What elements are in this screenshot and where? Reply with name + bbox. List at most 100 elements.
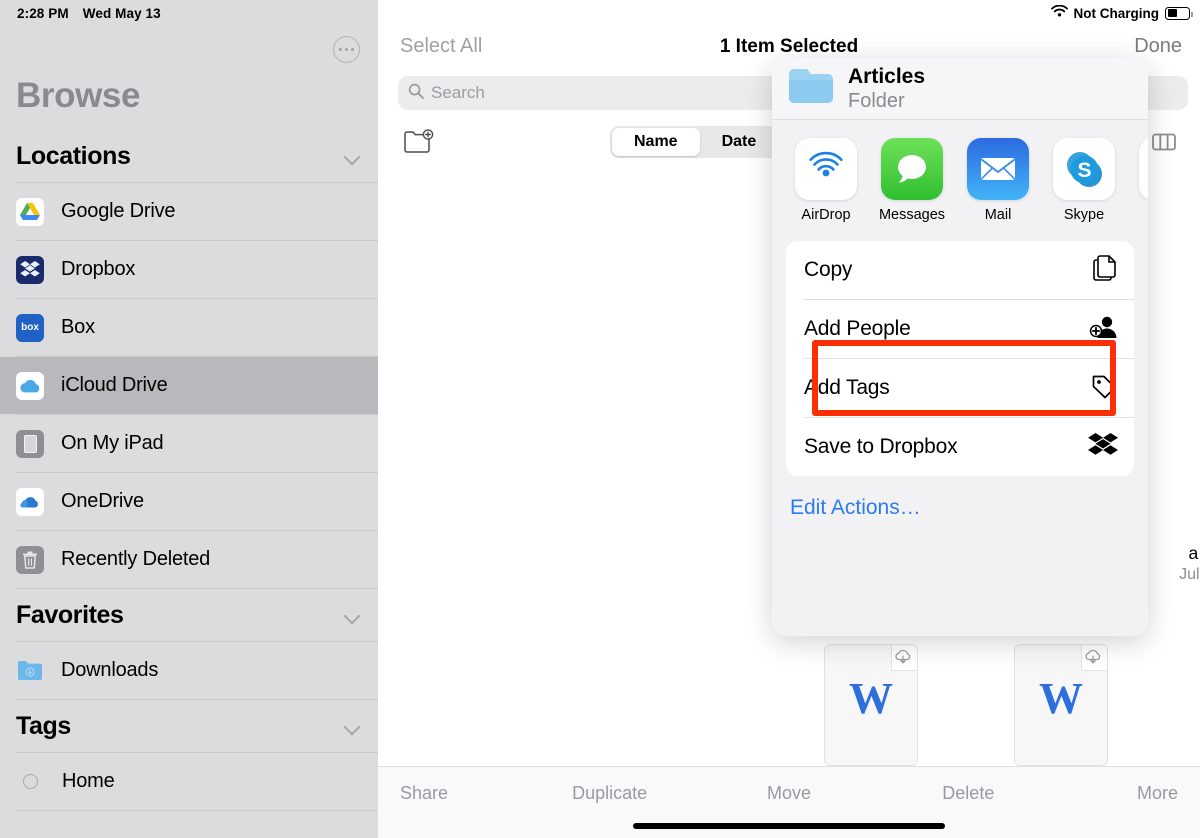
search-placeholder: Search	[431, 83, 485, 102]
onenote-icon	[1139, 138, 1148, 200]
google-drive-icon	[16, 197, 44, 226]
file-thumbnail: W	[1014, 644, 1108, 766]
share-item-subtitle: Folder	[848, 89, 905, 112]
share-sheet-popover: Articles Folder AirDrop Messages Mail S …	[772, 58, 1148, 636]
sidebar-item-home-tag[interactable]: Home	[0, 753, 378, 810]
sidebar-item-label: Recently Deleted	[61, 548, 211, 570]
share-action-add-people[interactable]: Add People	[786, 300, 1134, 358]
action-label: Add People	[804, 317, 911, 340]
sort-option-date[interactable]: Date	[700, 128, 779, 156]
wifi-icon	[1050, 4, 1068, 22]
file-item[interactable]: a Volun...ln.docx Jul 2, 2017 at 11:4...…	[1156, 410, 1200, 630]
share-button[interactable]: Share	[400, 783, 520, 804]
action-label: Add Tags	[804, 376, 890, 399]
action-label: Copy	[804, 258, 853, 281]
downloads-folder-icon	[16, 657, 44, 685]
sidebar-item-on-my-ipad[interactable]: On My iPad	[0, 415, 378, 472]
sidebar-section-tags[interactable]: Tags	[0, 700, 378, 752]
divider	[16, 810, 378, 811]
search-icon	[408, 83, 424, 104]
sidebar-item-label: Home	[62, 770, 115, 792]
share-app-label: Messages	[878, 207, 946, 223]
status-bar-right: Not Charging	[1050, 0, 1193, 26]
sidebar-item-label: Box	[61, 316, 95, 338]
section-label: Favorites	[16, 600, 124, 629]
more-button[interactable]: More	[1058, 783, 1178, 804]
add-people-icon	[1088, 314, 1118, 345]
cloud-download-icon	[1084, 649, 1102, 670]
trash-icon	[16, 545, 44, 574]
column-view-icon[interactable]	[1152, 132, 1176, 157]
sort-segmented-control[interactable]: Name Date	[610, 126, 782, 158]
sidebar-item-icloud-drive[interactable]: iCloud Drive	[0, 357, 378, 414]
mail-icon	[967, 138, 1029, 200]
sidebar-item-label: On My iPad	[61, 432, 164, 454]
messages-icon	[881, 138, 943, 200]
dropbox-icon	[1088, 432, 1118, 463]
section-label: Tags	[16, 711, 71, 740]
chevron-down-icon[interactable]	[344, 148, 360, 164]
sidebar-section-locations[interactable]: Locations	[0, 130, 378, 182]
airdrop-icon	[795, 138, 857, 200]
delete-button[interactable]: Delete	[879, 783, 1058, 804]
more-ellipsis-button[interactable]	[333, 36, 360, 63]
share-action-save-to-dropbox[interactable]: Save to Dropbox	[786, 418, 1134, 476]
share-action-add-tags[interactable]: Add Tags	[786, 359, 1134, 417]
sidebar-item-label: OneDrive	[61, 490, 144, 512]
new-folder-icon[interactable]	[404, 129, 434, 160]
sidebar-item-google-drive[interactable]: Google Drive	[0, 183, 378, 240]
copy-icon	[1092, 254, 1118, 287]
tag-icon	[1090, 373, 1118, 404]
share-sheet-header: Articles Folder	[772, 58, 1148, 120]
chevron-down-icon[interactable]	[344, 607, 360, 623]
share-app-airdrop[interactable]: AirDrop	[792, 138, 860, 223]
cloud-download-icon	[894, 649, 912, 670]
done-button[interactable]: Done	[1134, 35, 1182, 58]
file-item[interactable]: W	[776, 644, 966, 776]
sidebar-section-favorites[interactable]: Favorites	[0, 589, 378, 641]
page-title: Browse	[16, 76, 141, 115]
box-icon: box	[16, 313, 44, 342]
share-action-copy[interactable]: Copy	[786, 241, 1134, 299]
file-item[interactable]: W	[966, 644, 1156, 776]
sidebar-item-downloads[interactable]: Downloads	[0, 642, 378, 699]
icloud-drive-icon	[16, 371, 44, 400]
file-date: Jul 2, 2017 at 11:4...	[1179, 566, 1200, 583]
share-app-label: Skype	[1063, 207, 1105, 223]
sort-option-name[interactable]: Name	[612, 128, 700, 156]
selection-title: 1 Item Selected	[719, 36, 859, 57]
skype-icon: S	[1053, 138, 1115, 200]
duplicate-button[interactable]: Duplicate	[520, 783, 699, 804]
word-icon: W	[1039, 674, 1083, 723]
chevron-down-icon[interactable]	[344, 718, 360, 734]
sidebar-item-recently-deleted[interactable]: Recently Deleted	[0, 531, 378, 588]
home-indicator[interactable]	[633, 823, 945, 829]
share-actions-list: Copy Add People Add Tags Save to Dropbox	[786, 241, 1134, 476]
share-app-label: AirDrop	[801, 207, 851, 223]
sidebar-item-label: iCloud Drive	[61, 374, 168, 396]
onedrive-icon	[16, 487, 44, 516]
sidebar: 2:28 PM Wed May 13 Browse Locations Goog…	[0, 0, 378, 838]
share-app-messages[interactable]: Messages	[878, 138, 946, 223]
share-app-skype[interactable]: S Skype	[1050, 138, 1118, 223]
action-label: Save to Dropbox	[804, 435, 958, 458]
share-item-title: Articles	[848, 64, 926, 88]
tag-circle-icon	[23, 774, 38, 789]
sidebar-status-bar: 2:28 PM Wed May 13	[0, 0, 378, 26]
file-thumbnail: W	[824, 644, 918, 766]
edit-actions-button[interactable]: Edit Actions…	[772, 476, 1148, 520]
share-app-label: Mail	[984, 207, 1012, 223]
sidebar-item-box[interactable]: box Box	[0, 299, 378, 356]
sidebar-item-dropbox[interactable]: Dropbox	[0, 241, 378, 298]
share-app-onenote[interactable]: One	[1136, 138, 1148, 223]
sidebar-item-label: Google Drive	[61, 200, 176, 222]
svg-text:S: S	[1077, 159, 1091, 182]
sidebar-item-onedrive[interactable]: OneDrive	[0, 473, 378, 530]
ellipsis-icon	[339, 48, 354, 51]
share-app-mail[interactable]: Mail	[964, 138, 1032, 223]
file-item[interactable]: W	[1156, 176, 1200, 396]
ipad-icon	[16, 429, 44, 458]
file-item[interactable]: W	[1156, 644, 1200, 776]
move-button[interactable]: Move	[699, 783, 878, 804]
battery-icon	[1165, 6, 1193, 20]
